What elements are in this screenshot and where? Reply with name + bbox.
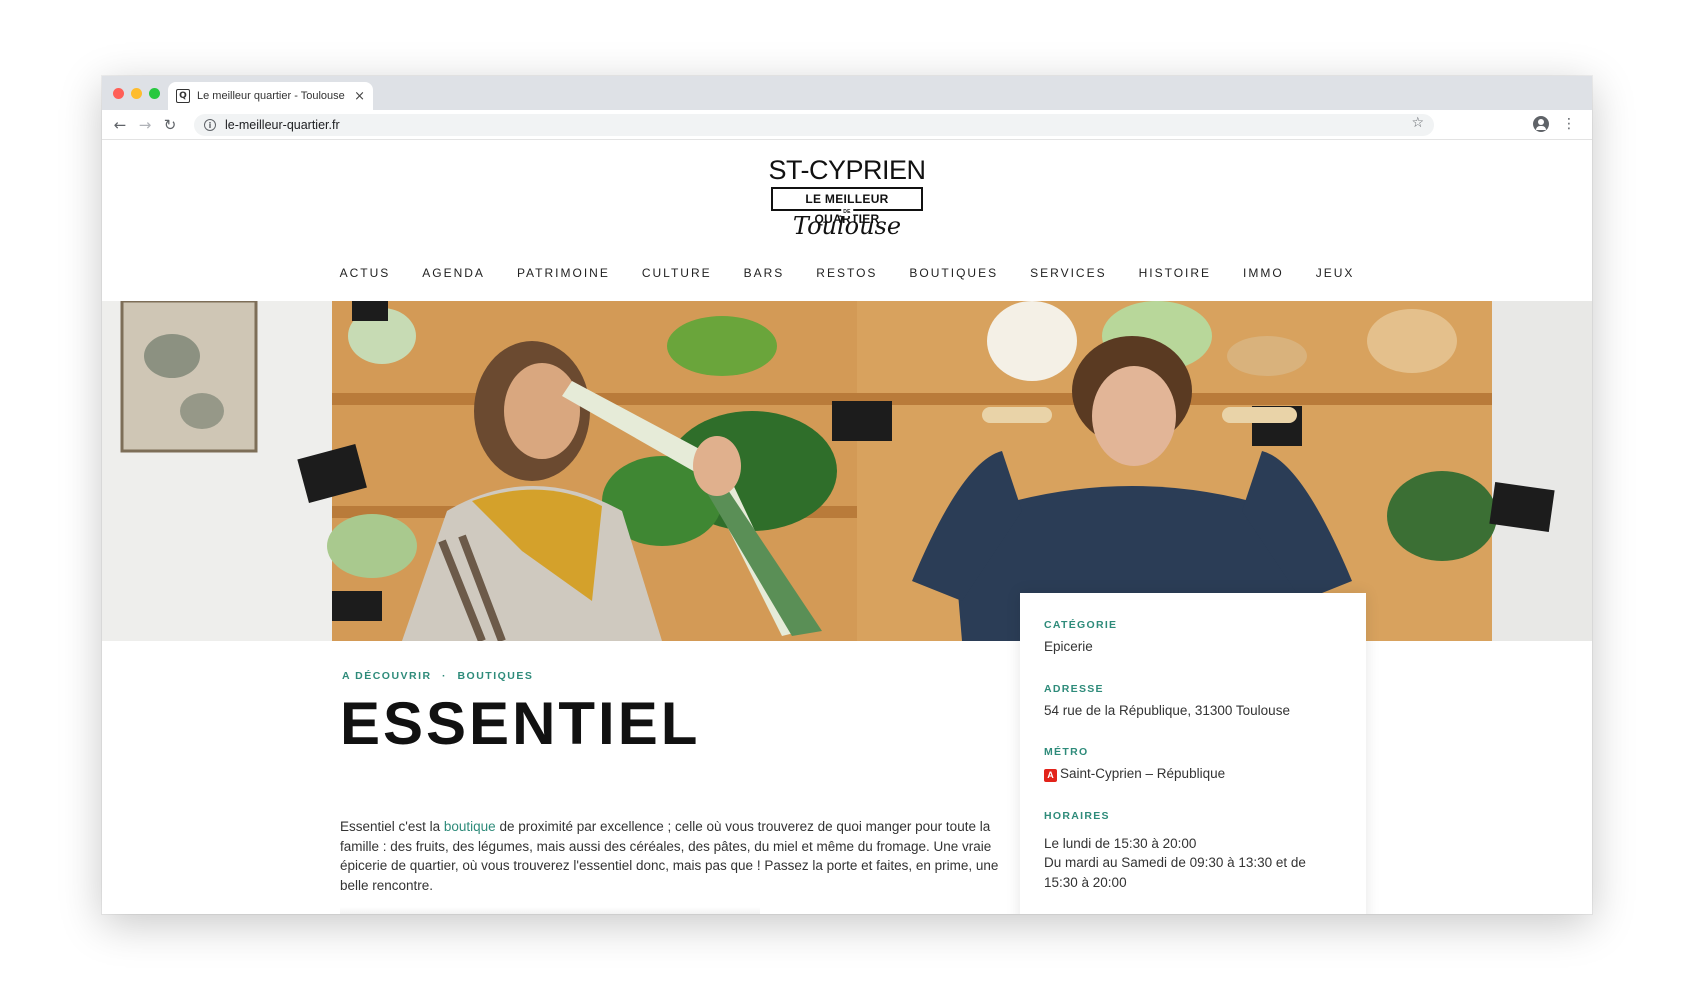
browser-window: Q Le meilleur quartier - Toulouse × ← → … [102, 76, 1592, 914]
shop-info-card: CATÉGORIE Epicerie ADRESSE 54 rue de la … [1020, 593, 1366, 914]
tab-strip: Q Le meilleur quartier - Toulouse × [102, 76, 1592, 110]
hero-illustration [102, 301, 1592, 641]
reload-icon[interactable]: ↻ [160, 115, 180, 135]
url-text: le-meilleur-quartier.fr [225, 118, 340, 132]
metro-label: MÉTRO [1044, 746, 1089, 758]
breadcrumb: A DÉCOUVRIR · BOUTIQUES [342, 670, 539, 682]
logo-de: DE [841, 209, 853, 216]
category-label: CATÉGORIE [1044, 619, 1118, 631]
page-title: ESSENTIEL [340, 690, 701, 757]
breadcrumb-boutiques[interactable]: BOUTIQUES [457, 670, 533, 682]
back-icon[interactable]: ← [110, 115, 130, 135]
address-bar[interactable]: i le-meilleur-quartier.fr ☆ [194, 114, 1434, 136]
breadcrumb-discover[interactable]: A DÉCOUVRIR [342, 670, 432, 682]
maximize-window-button[interactable] [149, 88, 160, 99]
account-icon[interactable] [1533, 116, 1549, 132]
forward-icon[interactable]: → [135, 115, 155, 135]
main-navigation: ACTUS AGENDA PATRIMOINE CULTURE BARS RES… [102, 266, 1592, 280]
metro-station: Saint-Cyprien – République [1060, 766, 1226, 781]
logo-title: ST-CYPRIEN [768, 155, 926, 185]
site-logo[interactable]: ST-CYPRIEN LE MEILLEUR QUARTIER DE Toulo… [768, 155, 926, 239]
window-controls [113, 88, 160, 99]
tab-close-icon[interactable]: × [354, 89, 365, 104]
breadcrumb-separator: · [442, 670, 448, 682]
hours-monday: Le lundi de 15:30 à 20:00 [1044, 835, 1197, 851]
browser-tab[interactable]: Q Le meilleur quartier - Toulouse × [168, 82, 373, 110]
address-value: 54 rue de la République, 31300 Toulouse [1044, 702, 1290, 718]
web-page: ST-CYPRIEN LE MEILLEUR QUARTIER DE Toulo… [102, 141, 1592, 914]
nav-immo[interactable]: IMMO [1227, 266, 1300, 280]
tab-title: Le meilleur quartier - Toulouse [197, 90, 345, 102]
star-icon[interactable]: ☆ [1411, 115, 1424, 131]
hours-label: HORAIRES [1044, 809, 1110, 822]
browser-toolbar: ← → ↻ i le-meilleur-quartier.fr ☆ ⋮ [102, 110, 1592, 140]
nav-restos[interactable]: RESTOS [800, 266, 893, 280]
metro-value: A Saint-Cyprien – République [1044, 764, 1342, 784]
site-favicon-icon: Q [176, 89, 190, 103]
nav-actus[interactable]: ACTUS [324, 266, 407, 280]
minimize-window-button[interactable] [131, 88, 142, 99]
intro-text-start: Essentiel c'est la [340, 819, 444, 834]
logo-banner: LE MEILLEUR QUARTIER DE [771, 187, 923, 226]
info-icon[interactable]: i [204, 119, 216, 131]
nav-jeux[interactable]: JEUX [1300, 266, 1371, 280]
hours-tue-sat: Du mardi au Samedi de 09:30 à 13:30 et d… [1044, 855, 1306, 890]
article-intro: Essentiel c'est la boutique de proximité… [340, 817, 1000, 895]
next-heading-cutoff [340, 907, 760, 914]
nav-agenda[interactable]: AGENDA [406, 266, 501, 280]
nav-histoire[interactable]: HISTOIRE [1123, 266, 1227, 280]
metro-line-icon: A [1044, 769, 1057, 782]
hero-photo [102, 301, 1592, 641]
nav-boutiques[interactable]: BOUTIQUES [893, 266, 1014, 280]
close-window-button[interactable] [113, 88, 124, 99]
address-label: ADRESSE [1044, 682, 1104, 695]
screenshot-stage: Q Le meilleur quartier - Toulouse × ← → … [0, 0, 1686, 988]
category-value: Epicerie [1044, 639, 1093, 654]
nav-culture[interactable]: CULTURE [626, 266, 728, 280]
nav-patrimoine[interactable]: PATRIMOINE [501, 266, 626, 280]
nav-bars[interactable]: BARS [728, 266, 801, 280]
menu-icon[interactable]: ⋮ [1562, 116, 1576, 132]
nav-services[interactable]: SERVICES [1014, 266, 1122, 280]
boutique-link[interactable]: boutique [444, 819, 496, 834]
